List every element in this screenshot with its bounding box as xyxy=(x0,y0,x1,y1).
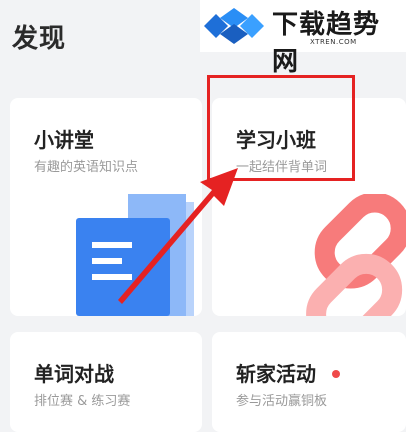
page-title: 发现 xyxy=(12,24,67,54)
card-battle-subtitle: 排位赛 & 练习赛 xyxy=(34,394,131,409)
watermark: 下载趋势网 XTREN.COM xyxy=(200,0,406,77)
document-icon xyxy=(76,194,194,316)
card-battle[interactable]: 单词对战 排位赛 & 练习赛 xyxy=(10,332,202,432)
notification-dot xyxy=(332,370,340,378)
watermark-url: XTREN.COM xyxy=(310,38,357,46)
card-activity-title: 斩家活动 xyxy=(236,362,316,386)
card-lecture-title: 小讲堂 xyxy=(34,128,94,152)
card-battle-title: 单词对战 xyxy=(34,362,114,386)
card-lecture[interactable]: 小讲堂 有趣的英语知识点 xyxy=(10,98,202,316)
chain-link-icon xyxy=(306,194,406,316)
card-activity[interactable]: 斩家活动 参与活动赢铜板 xyxy=(212,332,406,432)
highlight-box xyxy=(207,75,355,181)
card-activity-subtitle: 参与活动赢铜板 xyxy=(236,394,328,409)
brand-logo-icon xyxy=(204,8,264,44)
card-lecture-subtitle: 有趣的英语知识点 xyxy=(34,160,139,175)
